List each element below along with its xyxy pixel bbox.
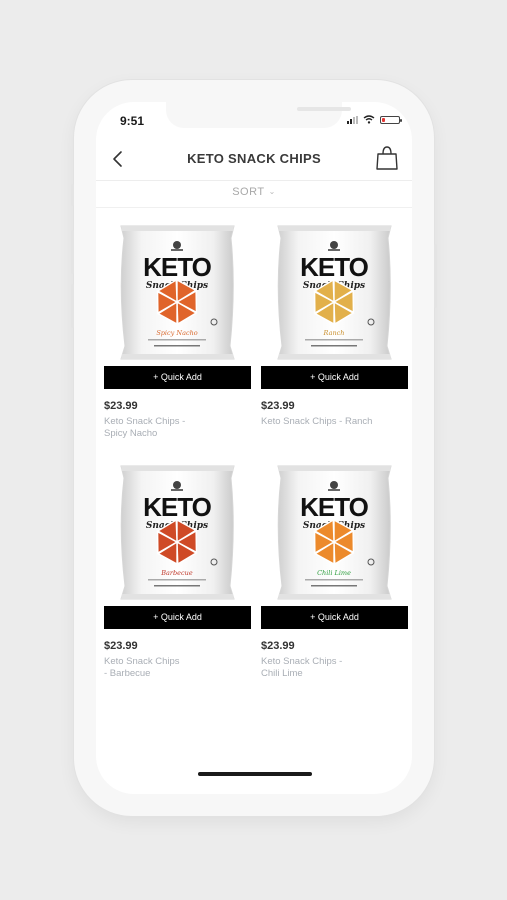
product-image[interactable]: KETO Snack Chips Spicy Nacho (104, 218, 251, 366)
notch (166, 102, 351, 128)
product-price: $23.99 (104, 640, 138, 652)
status-icons (347, 115, 402, 124)
bag-flavor-text: Chili Lime (317, 569, 351, 577)
quick-add-button[interactable]: + Quick Add (104, 366, 251, 389)
sort-bar: SORT ⌄ (96, 181, 412, 208)
power-button (434, 244, 437, 308)
product-card[interactable]: KETO Snack Chips Barbecue + Quick Add $2… (104, 458, 251, 679)
product-name-line: Keto Snack Chips - (261, 656, 343, 667)
bag-brand-text: KETO (300, 492, 369, 522)
mute-switch (71, 184, 74, 206)
product-image[interactable]: KETO Snack Chips Barbecue (104, 458, 251, 606)
product-name[interactable]: Keto Snack Chips - Chili Lime (261, 656, 401, 680)
product-card[interactable]: KETO Snack Chips Chili Lime + Quick Add … (261, 458, 408, 679)
product-name-line: Spicy Nacho (104, 428, 158, 439)
product-image-wrap[interactable]: KETO Snack Chips Barbecue (104, 458, 251, 606)
product-card[interactable]: KETO Snack Chips Ranch + Quick Add $23.9… (261, 218, 408, 427)
quick-add-button[interactable]: + Quick Add (261, 606, 408, 629)
page-title: KETO SNACK CHIPS (187, 151, 321, 166)
product-price: $23.99 (104, 400, 138, 412)
speaker (297, 107, 351, 111)
product-image[interactable]: KETO Snack Chips Ranch (261, 218, 408, 366)
volume-up-button (71, 230, 74, 274)
signal-icon (347, 115, 358, 124)
product-name[interactable]: Keto Snack Chips - Spicy Nacho (104, 416, 244, 440)
bag-flavor-text: Ranch (323, 329, 345, 337)
shopping-bag-icon[interactable] (376, 145, 398, 171)
status-time: 9:51 (120, 114, 145, 128)
product-name-line: Keto Snack Chips - (104, 416, 186, 427)
sort-button[interactable]: SORT ⌄ (96, 186, 412, 198)
product-price: $23.99 (261, 400, 295, 412)
product-price: $23.99 (261, 640, 295, 652)
quick-add-button[interactable]: + Quick Add (104, 606, 251, 629)
bag-brand-text: KETO (143, 492, 212, 522)
product-image-wrap[interactable]: KETO Snack Chips Ranch (261, 218, 408, 366)
product-name[interactable]: Keto Snack Chips - Ranch (261, 416, 401, 428)
bag-brand-text: KETO (300, 252, 369, 282)
product-name[interactable]: Keto Snack Chips - Barbecue (104, 656, 244, 680)
wifi-icon (363, 115, 375, 124)
app-screen: 9:51 KETO SNACK CHIPS SORT ⌄ KETO Snack … (96, 102, 412, 794)
phone-frame: 9:51 KETO SNACK CHIPS SORT ⌄ KETO Snack … (71, 80, 437, 816)
navbar: KETO SNACK CHIPS (96, 140, 412, 181)
sort-label: SORT (232, 186, 265, 198)
bag-brand-text: KETO (143, 252, 212, 282)
product-card[interactable]: KETO Snack Chips Spicy Nacho + Quick Add… (104, 218, 251, 439)
chevron-down-icon: ⌄ (268, 187, 276, 196)
product-name-line: Chili Lime (261, 668, 303, 679)
product-name-line: - Barbecue (104, 668, 151, 679)
product-image-wrap[interactable]: KETO Snack Chips Spicy Nacho (104, 218, 251, 366)
home-indicator (198, 772, 312, 776)
product-name-line: Keto Snack Chips (104, 656, 180, 667)
bag-flavor-text: Barbecue (160, 569, 193, 577)
product-image-wrap[interactable]: KETO Snack Chips Chili Lime (261, 458, 408, 606)
bag-flavor-text: Spicy Nacho (156, 329, 197, 337)
quick-add-button[interactable]: + Quick Add (261, 366, 408, 389)
volume-down-button (71, 284, 74, 328)
battery-icon (380, 115, 402, 124)
product-name-line: Keto Snack Chips - Ranch (261, 416, 373, 427)
product-image[interactable]: KETO Snack Chips Chili Lime (261, 458, 408, 606)
